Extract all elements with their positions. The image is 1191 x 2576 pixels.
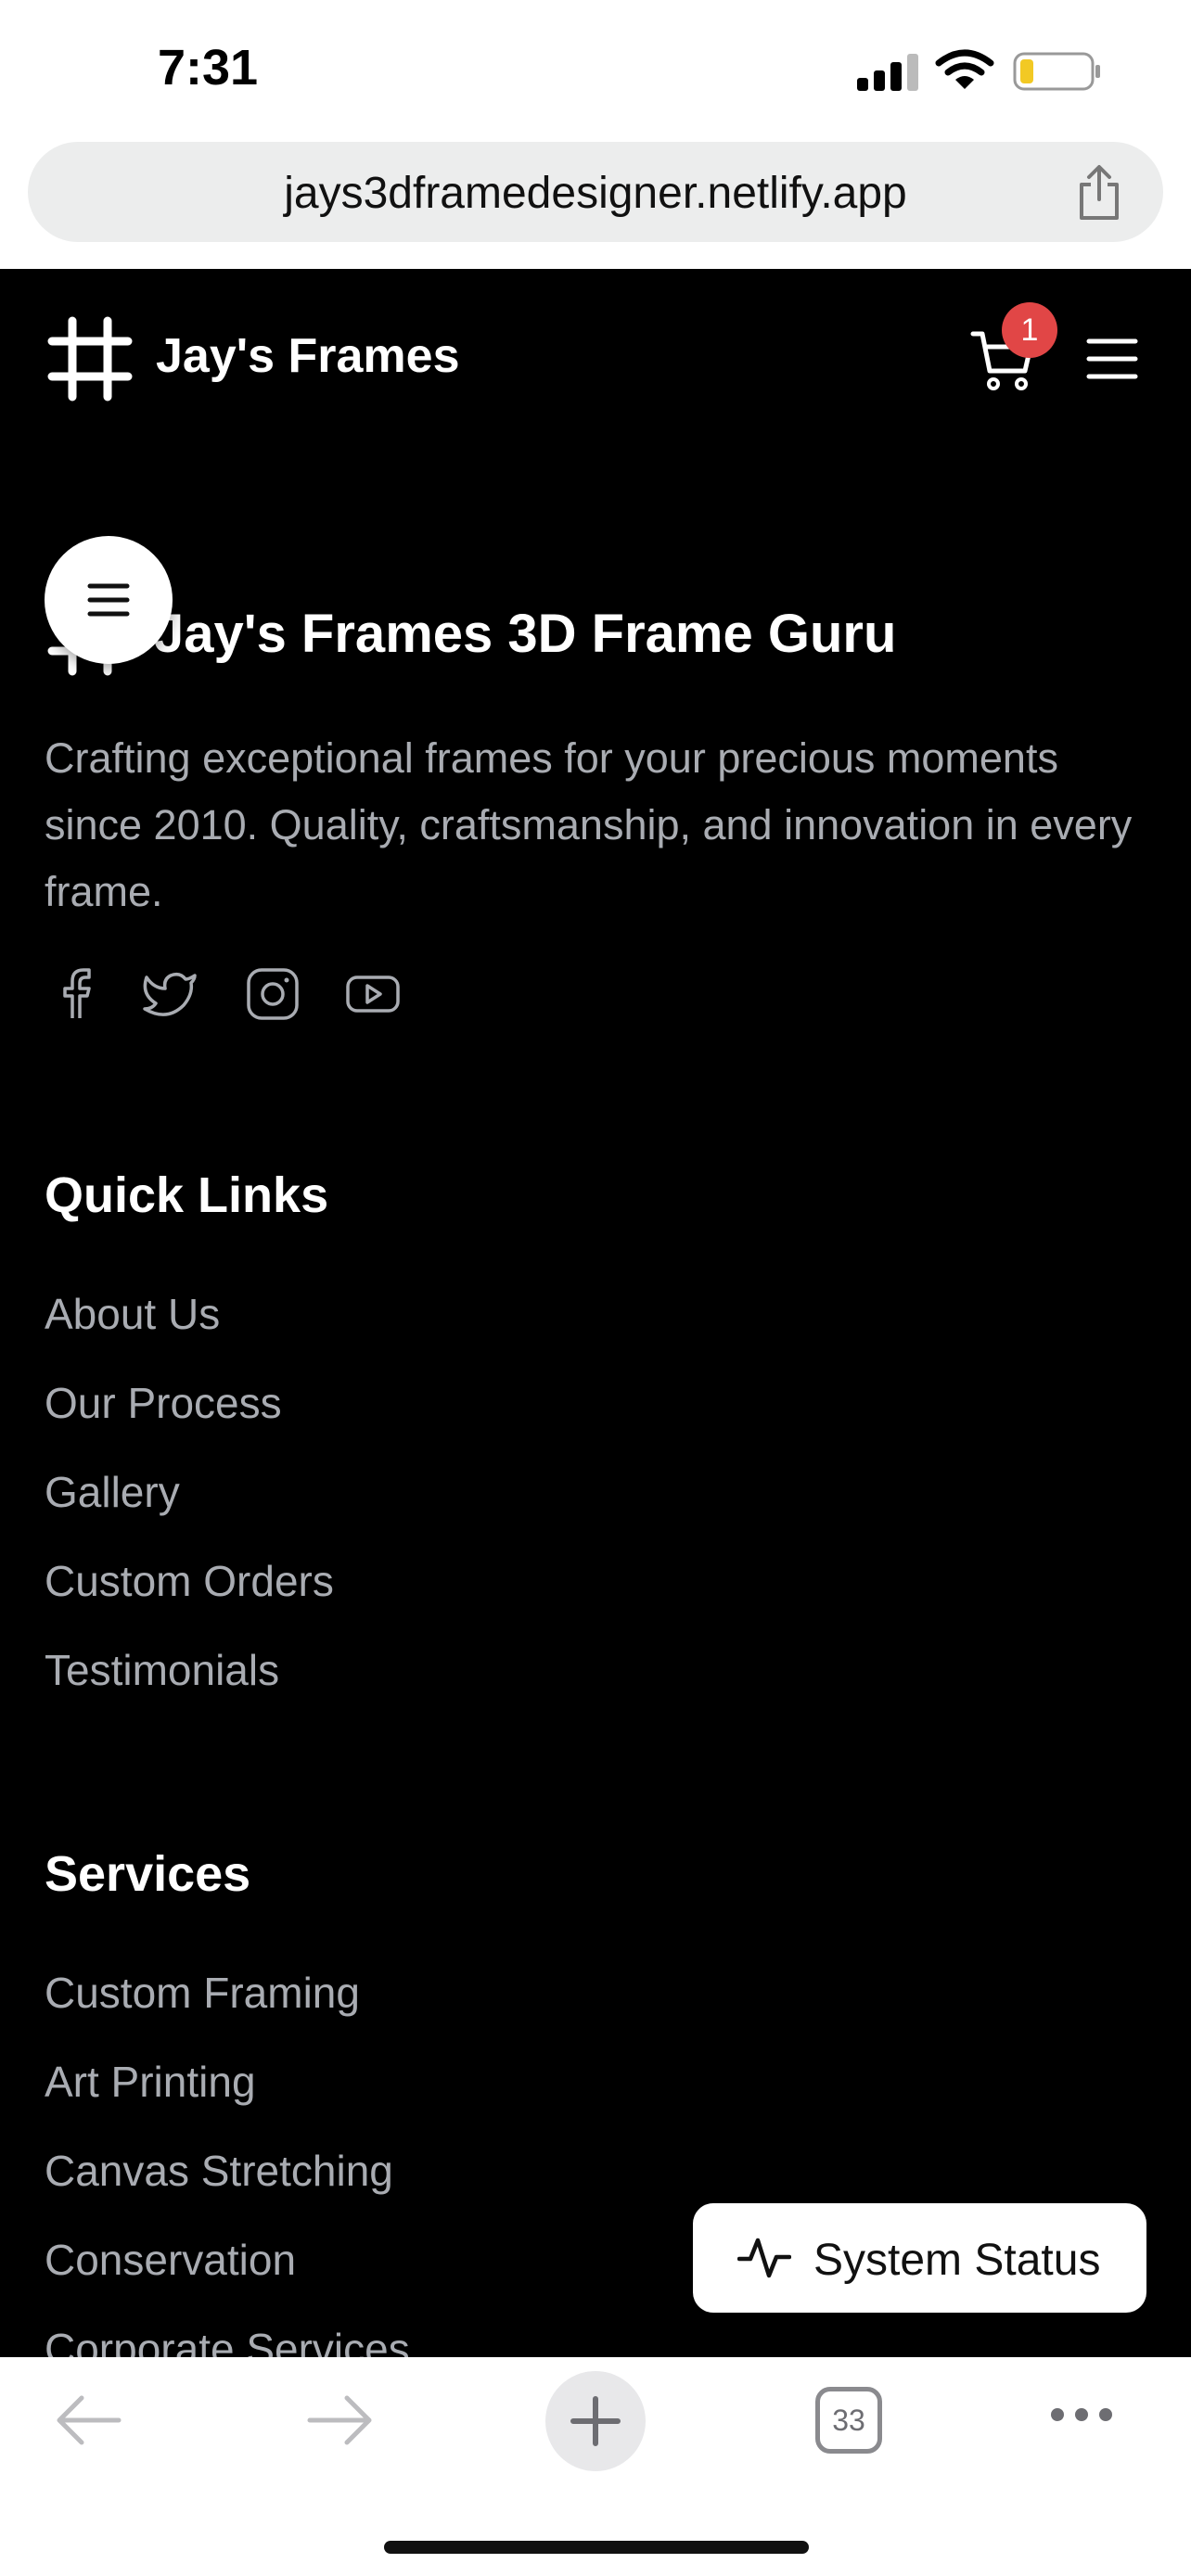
youtube-icon[interactable] — [345, 966, 401, 1022]
wifi-icon — [935, 49, 994, 89]
footer-brand-title: Jay's Frames 3D Frame Guru — [154, 604, 897, 664]
footer-link-art-printing[interactable]: Art Printing — [45, 2057, 256, 2107]
hamburger-menu-icon[interactable] — [1085, 336, 1139, 382]
frame-logo-icon[interactable] — [46, 315, 134, 402]
footer-link-custom-framing[interactable]: Custom Framing — [45, 1968, 360, 2018]
twitter-icon[interactable] — [143, 966, 198, 1022]
footer-description: Crafting exceptional frames for your pre… — [45, 734, 1133, 915]
activity-icon — [737, 2238, 791, 2278]
browser-toolbar: 33 — [0, 2357, 1191, 2576]
battery-icon — [1013, 52, 1100, 91]
tab-count-button[interactable]: 33 — [815, 2387, 882, 2454]
home-indicator — [384, 2541, 809, 2554]
browser-address-area: jays3dframedesigner.netlify.app — [0, 139, 1191, 269]
footer-link-our-process[interactable]: Our Process — [45, 1378, 282, 1428]
system-status-label: System Status — [813, 2236, 1101, 2285]
status-bar: 7:31 — [0, 0, 1191, 139]
plus-icon — [570, 2396, 621, 2446]
footer-link-testimonials[interactable]: Testimonials — [45, 1645, 279, 1695]
footer-link-conservation[interactable]: Conservation — [45, 2235, 296, 2285]
footer-link-about-us[interactable]: About Us — [45, 1289, 220, 1339]
site-header: Jay's Frames 1 — [0, 269, 1191, 445]
instagram-icon[interactable] — [245, 966, 301, 1022]
cellular-signal-icon — [857, 54, 918, 91]
cart-count-badge: 1 — [1002, 302, 1057, 358]
facebook-icon[interactable] — [48, 966, 104, 1022]
url-text: jays3dframedesigner.netlify.app — [284, 169, 907, 218]
share-icon[interactable] — [1074, 164, 1124, 222]
floating-menu-button[interactable] — [45, 536, 173, 664]
address-bar[interactable]: jays3dframedesigner.netlify.app — [28, 142, 1163, 242]
status-time: 7:31 — [158, 40, 259, 96]
footer-link-custom-orders[interactable]: Custom Orders — [45, 1556, 334, 1606]
new-tab-button[interactable] — [545, 2371, 646, 2471]
system-status-button[interactable]: System Status — [693, 2203, 1146, 2313]
footer-link-gallery[interactable]: Gallery — [45, 1467, 180, 1517]
services-heading: Services — [45, 1846, 251, 1902]
menu-icon — [87, 583, 130, 617]
forward-arrow-icon[interactable] — [306, 2392, 375, 2448]
more-options-icon[interactable] — [1048, 2404, 1115, 2426]
back-arrow-icon[interactable] — [54, 2392, 122, 2448]
brand-name[interactable]: Jay's Frames — [156, 328, 460, 384]
quick-links-heading: Quick Links — [45, 1167, 329, 1223]
footer-link-canvas-stretching[interactable]: Canvas Stretching — [45, 2146, 393, 2196]
